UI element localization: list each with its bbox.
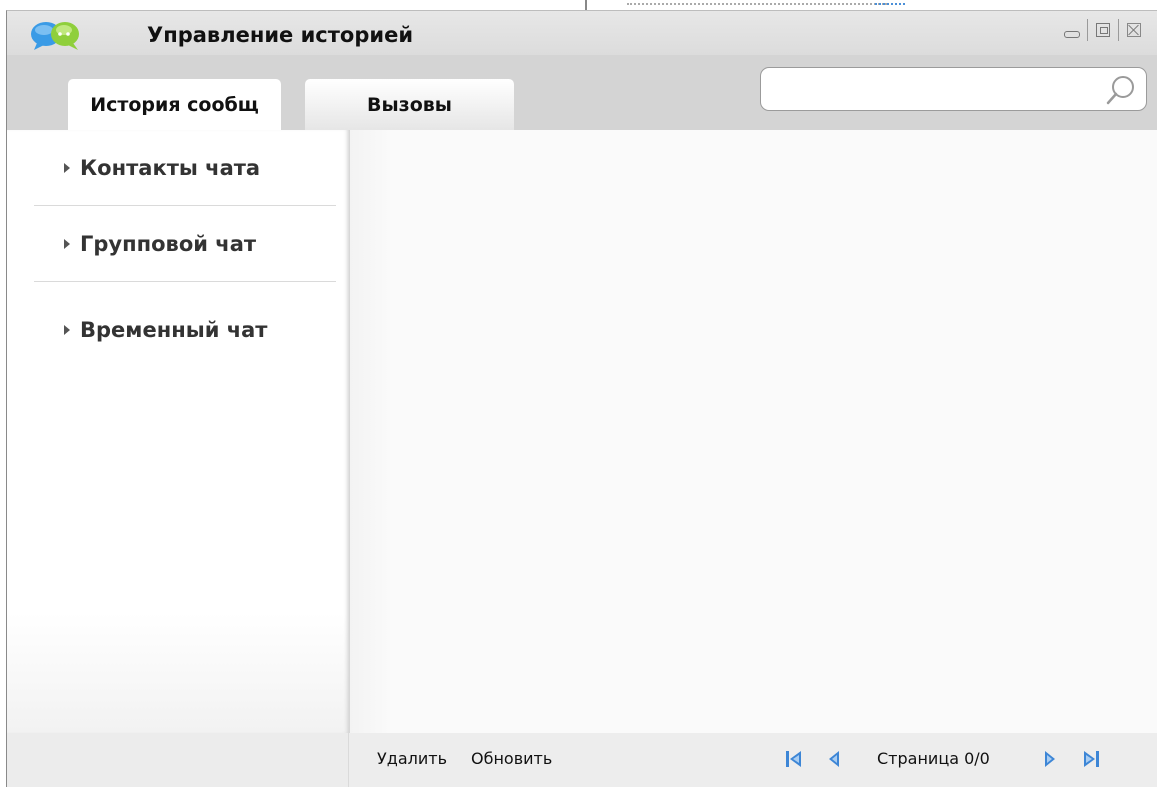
history-manager-window: Управление историей История сообщ Вызовы — [6, 10, 1157, 787]
sidebar-item-chat-contacts[interactable]: Контакты чата — [34, 130, 336, 206]
next-page-icon[interactable] — [1038, 748, 1060, 770]
minimize-icon — [1064, 30, 1080, 38]
tab-message-history[interactable]: История сообщ — [68, 79, 281, 130]
maximize-icon — [1096, 23, 1110, 37]
sidebar-item-label: Временный чат — [80, 318, 268, 342]
search-icon[interactable] — [1104, 73, 1138, 107]
maximize-button[interactable] — [1088, 18, 1118, 42]
expand-arrow-icon — [64, 162, 70, 173]
tab-bar: История сообщ Вызовы — [7, 55, 1157, 130]
sidebar-item-label: Контакты чата — [80, 155, 261, 180]
chat-bubbles-logo-icon — [31, 22, 79, 50]
previous-page-icon[interactable] — [824, 748, 846, 770]
sidebar-item-temporary-chat[interactable]: Временный чат — [34, 292, 336, 368]
close-button[interactable] — [1119, 18, 1149, 42]
message-content-pane — [350, 130, 1157, 733]
tab-calls[interactable]: Вызовы — [305, 79, 514, 130]
page-indicator: Страница 0/0 — [877, 749, 990, 768]
expand-arrow-icon — [64, 325, 70, 335]
delete-button[interactable]: Удалить — [377, 749, 447, 768]
minimize-button[interactable] — [1057, 18, 1087, 42]
last-page-icon[interactable] — [1080, 748, 1102, 770]
title-bar[interactable]: Управление историей — [7, 11, 1157, 55]
first-page-icon[interactable] — [783, 748, 805, 770]
background-window-edge — [585, 0, 1157, 10]
search-input[interactable] — [771, 76, 1095, 104]
search-box — [760, 67, 1147, 111]
sidebar-item-label: Групповой чат — [80, 231, 257, 256]
refresh-button[interactable]: Обновить — [471, 749, 552, 768]
background-blue-mark — [875, 3, 905, 5]
footer-sidebar-area — [7, 733, 349, 787]
close-icon — [1127, 23, 1141, 37]
footer-bar: Удалить Обновить Страница 0/0 — [7, 733, 1157, 787]
expand-arrow-icon — [64, 238, 70, 249]
background-dotted-line — [627, 3, 887, 5]
sidebar-item-group-chat[interactable]: Групповой чат — [34, 206, 336, 282]
window-title: Управление историей — [147, 23, 414, 47]
chat-category-sidebar: Контакты чата Групповой чат Временный ча… — [7, 130, 350, 733]
window-controls — [1057, 17, 1149, 43]
